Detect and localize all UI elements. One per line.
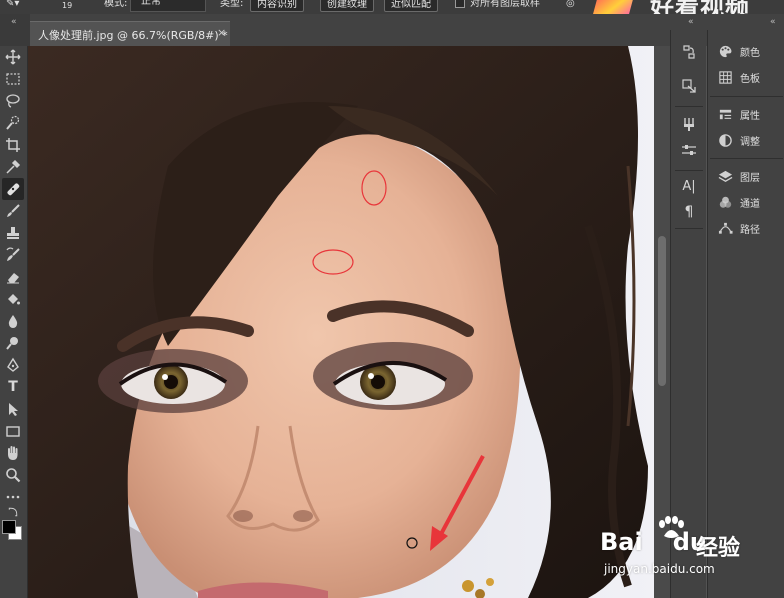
mode-label: 模式:: [104, 0, 128, 9]
channels-icon: [719, 196, 731, 208]
mode-value: 正常: [141, 0, 161, 7]
document-tab[interactable]: 人像处理前.jpg @ 66.7%(RGB/8#) * ×: [30, 21, 230, 46]
history-icon[interactable]: [679, 42, 699, 62]
actions-icon[interactable]: [679, 76, 699, 96]
panel-item-layers[interactable]: 图层: [710, 165, 784, 187]
spot-healing-brush-tool-icon[interactable]: [2, 178, 24, 200]
paragraph-icon[interactable]: ¶: [679, 202, 699, 222]
hand-tool-icon[interactable]: [2, 442, 24, 464]
create-texture-button[interactable]: 创建纹理: [320, 0, 374, 12]
icon-panel-collapse-icon[interactable]: «: [688, 17, 694, 27]
paths-icon: [718, 222, 733, 234]
brush-preset-icon[interactable]: ✎▾: [6, 0, 19, 12]
brushes-icon[interactable]: [679, 114, 699, 134]
panel-item-color[interactable]: 颜色: [710, 40, 784, 62]
pen-tool-icon[interactable]: [2, 354, 24, 376]
collapse-icon: «: [11, 17, 17, 27]
move-tool-icon[interactable]: [2, 46, 24, 68]
panel-item-adjustments[interactable]: 调整: [710, 129, 784, 151]
panel-item-paths[interactable]: 路径: [710, 217, 784, 239]
color-panel-group: 颜色 色板: [710, 34, 783, 92]
crop-tool-icon[interactable]: [2, 134, 24, 156]
document-tab-bar: « 人像处理前.jpg @ 66.7%(RGB/8#) * × « «: [0, 14, 784, 46]
layers-panel-group: 图层 通道 路径: [710, 158, 783, 240]
paint-bucket-tool-icon[interactable]: [2, 288, 24, 310]
type-tool-icon[interactable]: T: [2, 376, 24, 398]
panel-collapse-icon[interactable]: «: [770, 17, 776, 27]
pressure-icon[interactable]: ◎: [566, 0, 575, 12]
watermark-url: jingyan.baidu.com: [604, 562, 715, 576]
zoom-tool-icon[interactable]: [2, 464, 24, 486]
rectangle-tool-icon[interactable]: [2, 420, 24, 442]
collapsed-icon-panel: A| ¶: [670, 30, 706, 598]
marquee-tool-icon[interactable]: [2, 68, 24, 90]
foreground-color-swatch[interactable]: [2, 520, 16, 534]
brand-name: 好看视频: [650, 0, 750, 14]
close-icon[interactable]: ×: [217, 26, 226, 39]
swap-colors-icon[interactable]: [2, 504, 24, 520]
baidu-jingyan-watermark: Bai du 经验 jingyan.baidu.com: [600, 514, 784, 598]
options-bar: ✎▾ 19 模式: 正常 类型: 内容识别 创建纹理 近似匹配 对所有图层取样 …: [0, 0, 784, 14]
eraser-tool-icon[interactable]: [2, 266, 24, 288]
character-icon[interactable]: A|: [679, 176, 699, 196]
portrait-photo: [28, 46, 654, 598]
sample-all-layers-label: 对所有图层取样: [470, 0, 540, 9]
tools-panel: T: [0, 46, 28, 598]
lasso-tool-icon[interactable]: [2, 90, 24, 112]
proximity-match-button[interactable]: 近似匹配: [384, 0, 438, 12]
type-label: 类型:: [220, 0, 244, 9]
properties-icon: [719, 109, 731, 119]
layers-icon: [718, 170, 732, 182]
adjustments-icon: [718, 133, 732, 147]
watermark-jingyan: 经验: [696, 536, 741, 561]
quick-select-tool-icon[interactable]: [2, 112, 24, 134]
watermark-bai: Bai du: [600, 528, 707, 556]
path-selection-tool-icon[interactable]: [2, 398, 24, 420]
scrollbar-thumb[interactable]: [658, 236, 666, 386]
panel-item-channels[interactable]: 通道: [710, 191, 784, 213]
swatches-icon: [718, 70, 732, 84]
history-brush-tool-icon[interactable]: [2, 244, 24, 266]
panel-item-properties[interactable]: 属性: [710, 103, 784, 125]
brush-size-value[interactable]: 19: [62, 0, 72, 14]
document-title: 人像处理前.jpg @ 66.7%(RGB/8#) *: [38, 29, 228, 42]
eyedropper-tool-icon[interactable]: [2, 156, 24, 178]
properties-panel-group: 属性 调整: [710, 96, 783, 154]
document-canvas[interactable]: [28, 46, 654, 598]
content-aware-button[interactable]: 内容识别: [250, 0, 304, 12]
adjust-sliders-icon[interactable]: [679, 140, 699, 160]
brand-logo-icon: [593, 0, 635, 14]
clone-stamp-tool-icon[interactable]: [2, 222, 24, 244]
blur-tool-icon[interactable]: [2, 310, 24, 332]
brush-tool-icon[interactable]: [2, 200, 24, 222]
panel-item-swatches[interactable]: 色板: [710, 66, 784, 88]
palette-icon: [719, 45, 731, 57]
panel-dock: 颜色 色板 属性 调整 图层 通道 路径: [707, 30, 784, 598]
sample-all-layers-checkbox[interactable]: [455, 0, 465, 8]
toolbar-collapse-button[interactable]: «: [0, 14, 30, 46]
dodge-tool-icon[interactable]: [2, 332, 24, 354]
mode-dropdown[interactable]: 正常: [130, 0, 206, 12]
